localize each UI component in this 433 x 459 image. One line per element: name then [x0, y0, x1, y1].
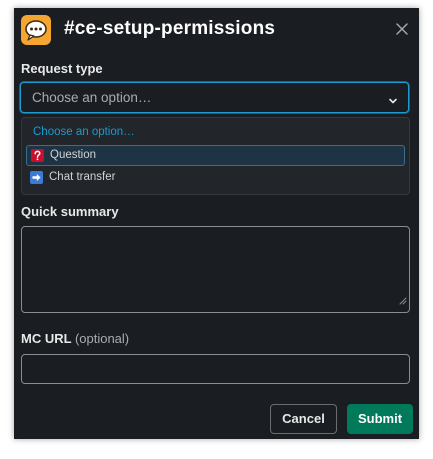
resize-grip-icon[interactable]	[399, 292, 407, 310]
submit-button[interactable]: Submit	[347, 404, 413, 434]
option-chat-transfer[interactable]: Chat transfer	[26, 168, 405, 189]
cancel-button[interactable]: Cancel	[270, 404, 337, 434]
request-type-select[interactable]: Choose an option…	[20, 82, 409, 113]
mc-url-label-text: MC URL	[21, 331, 72, 346]
quick-summary-textarea[interactable]	[21, 226, 410, 313]
right-arrow-icon	[30, 171, 43, 184]
option-label: Chat transfer	[49, 171, 116, 183]
option-question[interactable]: Question	[26, 145, 405, 166]
modal-dialog: #ce-setup-permissions Request type Choos…	[14, 8, 419, 439]
request-type-placeholder: Choose an option…	[32, 90, 152, 105]
chevron-down-icon	[388, 93, 398, 111]
modal-title: #ce-setup-permissions	[64, 18, 276, 39]
option-label: Question	[50, 149, 97, 161]
modal-header: #ce-setup-permissions	[14, 8, 419, 54]
quick-summary-label: Quick summary	[21, 204, 119, 219]
request-type-options: Choose an option… Question Chat transfer	[21, 117, 410, 195]
close-icon[interactable]	[392, 19, 412, 39]
speech-bubble-icon	[21, 15, 51, 45]
question-mark-icon	[31, 149, 44, 162]
mc-url-input[interactable]	[21, 354, 410, 384]
request-type-label: Request type	[21, 61, 103, 76]
optional-suffix: (optional)	[74, 331, 130, 346]
mc-url-label: MC URL (optional)	[21, 331, 129, 346]
option-placeholder[interactable]: Choose an option…	[33, 126, 135, 138]
